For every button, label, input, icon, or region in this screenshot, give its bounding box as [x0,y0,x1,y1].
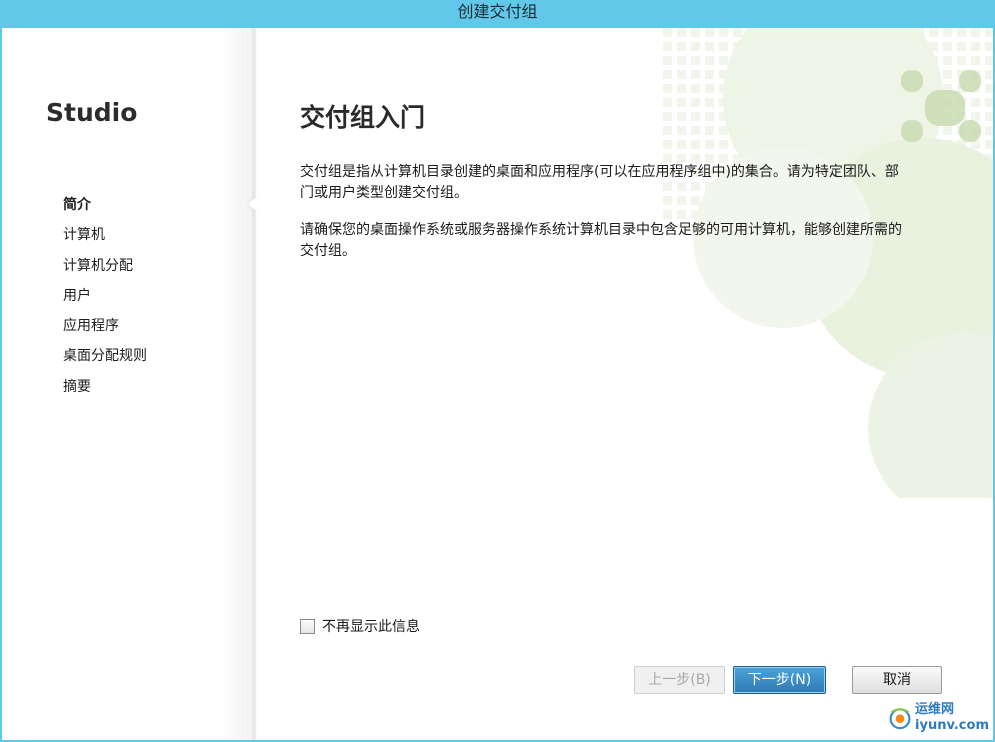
step-intro[interactable]: 简介 [63,194,147,224]
watermark-en-text: iyunv.com [915,718,989,733]
dont-show-again-label[interactable]: 不再显示此信息 [322,616,420,636]
step-machines[interactable]: 计算机 [63,224,147,254]
step-users[interactable]: 用户 [63,285,147,315]
watermark-logo-icon [889,708,911,730]
sidebar-divider [252,28,258,740]
active-step-pointer-icon [248,196,257,212]
step-summary[interactable]: 摘要 [63,376,147,406]
wizard-sidebar: Studio 简介 计算机 计算机分配 用户 应用程序 桌面分配规则 摘要 [2,28,256,740]
step-applications[interactable]: 应用程序 [63,315,147,345]
watermark-cn-text: 运维网 [915,702,955,717]
dialog-client-area: Studio 简介 计算机 计算机分配 用户 应用程序 桌面分配规则 摘要 交付… [2,28,993,740]
window-title: 创建交付组 [457,2,538,21]
step-desktop-assignment-rules[interactable]: 桌面分配规则 [63,345,147,375]
decorative-background-graphic [663,28,993,498]
site-watermark: 运维网 iyunv.com [887,696,989,740]
requirement-paragraph: 请确保您的桌面操作系统或服务器操作系统计算机目录中包含足够的可用计算机，能够创建… [300,222,902,259]
page-title: 交付组入门 [300,103,426,132]
dont-show-again-option[interactable]: 不再显示此信息 [300,616,420,636]
intro-paragraph: 交付组是指从计算机目录创建的桌面和应用程序(可以在应用程序组中)的集合。请为特定… [300,164,899,201]
cancel-button[interactable]: 取消 [852,666,942,694]
wizard-steps: 简介 计算机 计算机分配 用户 应用程序 桌面分配规则 摘要 [63,194,147,406]
dont-show-again-checkbox[interactable] [300,618,315,634]
next-button[interactable]: 下一步(N) [733,666,826,694]
back-button[interactable]: 上一步(B) [634,666,725,694]
dialog-window: 创建交付组 Studio 简介 计算机 计算机分配 用户 应用程序 桌面分配规则… [0,0,995,742]
step-machine-allocation[interactable]: 计算机分配 [63,255,147,285]
product-name: Studio [46,98,138,127]
